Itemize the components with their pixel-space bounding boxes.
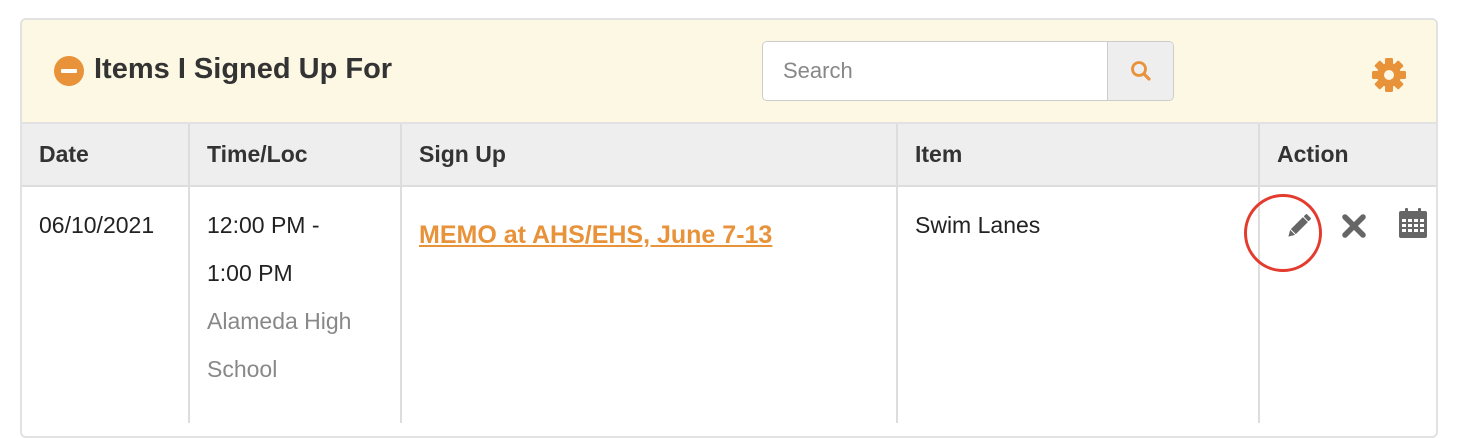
row-time-start: 12:00 PM - [207, 212, 320, 238]
panel-title: Items I Signed Up For [94, 53, 393, 85]
signup-link[interactable]: MEMO at AHS/EHS, June 7-13 [419, 211, 772, 259]
column-header-action: Action [1259, 124, 1436, 187]
search-group [762, 41, 1174, 101]
pencil-edit-icon[interactable] [1282, 209, 1316, 243]
column-header-sign-up[interactable]: Sign Up [401, 124, 898, 187]
table-row: 06/10/2021 12:00 PM - 1:00 PM Alameda Hi… [22, 186, 1436, 423]
gear-icon[interactable] [1370, 56, 1408, 94]
calendar-icon[interactable] [1398, 207, 1428, 239]
row-item: Swim Lanes [915, 212, 1041, 238]
row-location-line1: Alameda High [207, 308, 352, 334]
cell-date: 06/10/2021 [22, 186, 190, 423]
column-header-item[interactable]: Item [897, 124, 1260, 187]
row-date: 06/10/2021 [39, 212, 155, 238]
row-time-end: 1:00 PM [207, 260, 293, 286]
cell-sign-up: MEMO at AHS/EHS, June 7-13 [401, 186, 898, 423]
signups-table: Date Time/Loc Sign Up Item Action 06/10/… [22, 124, 1436, 423]
row-location-line2: School [207, 356, 278, 382]
search-button[interactable] [1107, 42, 1173, 100]
search-input[interactable] [763, 42, 1107, 100]
close-x-icon[interactable] [1339, 211, 1369, 241]
cell-item: Swim Lanes [897, 186, 1260, 423]
signups-panel: Items I Signed Up For Search Date Time/L… [20, 18, 1438, 438]
search-icon [1131, 61, 1151, 81]
cell-time-loc: 12:00 PM - 1:00 PM Alameda High School [189, 186, 402, 423]
column-header-date[interactable]: Date [22, 124, 190, 187]
column-header-time-loc[interactable]: Time/Loc [189, 124, 402, 187]
minus-circle-icon[interactable] [54, 56, 84, 86]
panel-header: Items I Signed Up For [22, 20, 1436, 124]
cell-action [1259, 186, 1436, 423]
table-header-row: Date Time/Loc Sign Up Item Action [22, 124, 1436, 187]
